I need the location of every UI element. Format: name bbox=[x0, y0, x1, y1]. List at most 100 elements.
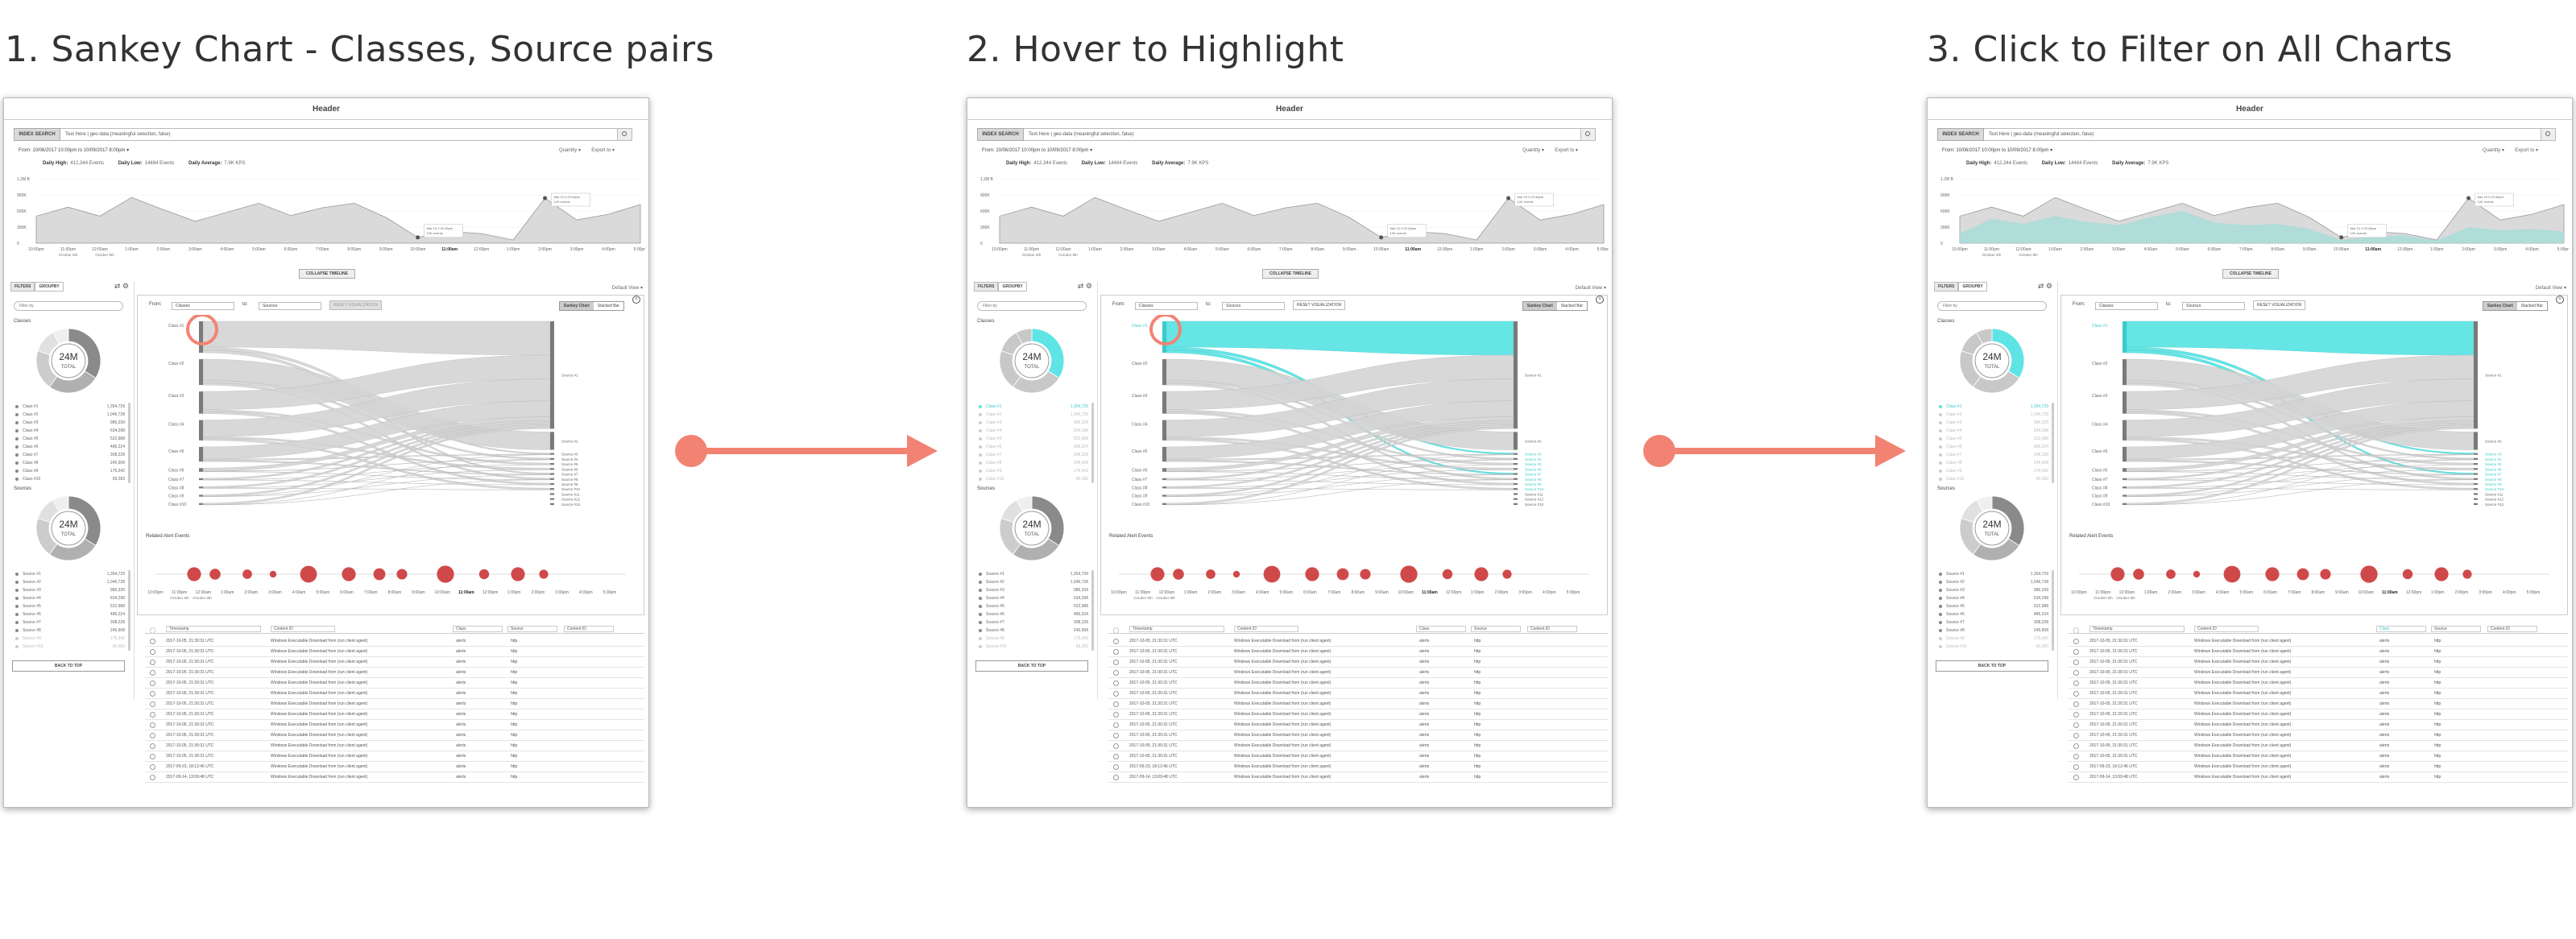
row-checkbox[interactable] bbox=[1113, 712, 1119, 718]
legend-item[interactable]: Source #7 308,228 bbox=[1939, 618, 2048, 627]
legend-item[interactable]: Class #9 176,342 bbox=[979, 467, 1088, 475]
legend-item[interactable]: Class #7 308,228 bbox=[979, 451, 1088, 459]
table-row[interactable]: 2017-10-05, 21:30:31 UTC Windows Executab… bbox=[2069, 657, 2568, 668]
date-range[interactable]: From: 10/06/2017 10:00pm to 10/09/2017 8… bbox=[19, 147, 129, 153]
search-input[interactable]: Text Here | geo-data (meaningful selecti… bbox=[60, 128, 618, 141]
date-range[interactable]: From: 10/06/2017 10:00pm to 10/09/2017 8… bbox=[982, 147, 1092, 153]
collapse-timeline-button[interactable]: COLLAPSE TIMELINE bbox=[2222, 269, 2279, 279]
stacked-bar-option[interactable]: Stacked Bar bbox=[1557, 302, 1587, 310]
tab-groupby[interactable]: GROUPBY bbox=[998, 282, 1027, 292]
sankey-chart[interactable]: Class #1 Class #2 Class #3 Class #4 Class #5… bbox=[1101, 315, 1609, 524]
table-row[interactable]: 2017-10-05, 21:30:31 UTC Windows Executab… bbox=[145, 720, 644, 730]
search-input[interactable]: Text Here | geo-data (meaningful selecti… bbox=[1984, 128, 2541, 141]
collapse-timeline-button[interactable]: COLLAPSE TIMELINE bbox=[1262, 269, 1319, 279]
classes-donut-chart[interactable]: 24M TOTAL bbox=[1958, 327, 2026, 395]
sankey-chart-option[interactable]: Sankey Chart bbox=[559, 302, 594, 310]
table-row[interactable]: 2017-10-05, 21:30:31 UTC Windows Executab… bbox=[1108, 720, 1608, 730]
table-row[interactable]: 2017-10-05, 21:30:31 UTC Windows Executab… bbox=[145, 689, 644, 699]
row-checkbox[interactable] bbox=[2073, 670, 2079, 676]
row-checkbox[interactable] bbox=[2073, 660, 2079, 665]
legend-item[interactable]: Source #8 245,908 bbox=[15, 627, 125, 635]
legend-item[interactable]: Class #8 245,908 bbox=[15, 459, 125, 467]
legend-item[interactable]: Class #2 1,046,728 bbox=[979, 411, 1088, 419]
table-row[interactable]: 2017-10-05, 21:30:31 UTC Windows Executab… bbox=[145, 709, 644, 720]
table-row[interactable]: 2017-10-05, 21:30:31 UTC Windows Executab… bbox=[1108, 668, 1608, 678]
table-row[interactable]: 2017-10-05, 21:30:31 UTC Windows Executab… bbox=[2069, 647, 2568, 657]
row-checkbox[interactable] bbox=[2073, 649, 2079, 655]
column-header[interactable]: Timestamp bbox=[1129, 626, 1224, 632]
legend-item[interactable]: Class #4 634,298 bbox=[979, 427, 1088, 435]
legend-item[interactable]: Class #3 986,339 bbox=[1939, 419, 2048, 427]
table-row[interactable]: 2017-10-05, 21:30:31 UTC Windows Executab… bbox=[2069, 678, 2568, 689]
table-row[interactable]: 2017-10-05, 21:30:31 UTC Windows Executab… bbox=[1108, 636, 1608, 647]
column-header[interactable]: Content ID bbox=[271, 626, 335, 632]
table-row[interactable]: 2017-09-14, 13:09:48 UTC Windows Executab… bbox=[2069, 772, 2568, 783]
legend-item[interactable]: Class #4 634,298 bbox=[15, 427, 125, 435]
timeline-chart[interactable]: 1.2M B900K600K300K0Mar 10 2:22:45pm12K e… bbox=[14, 168, 645, 271]
legend-item[interactable]: Class #10 69,283 bbox=[979, 475, 1088, 483]
legend-item[interactable]: Source #6 486,224 bbox=[979, 610, 1088, 618]
export-dropdown[interactable]: Export to ▾ bbox=[2515, 147, 2538, 153]
table-row[interactable]: 2017-10-05, 21:30:31 UTC Windows Executab… bbox=[145, 730, 644, 741]
row-checkbox[interactable] bbox=[1113, 691, 1119, 697]
sankey-chart[interactable]: Class #1 Class #2 Class #3 Class #4 Class #5… bbox=[138, 315, 645, 524]
legend-item[interactable]: Source #7 308,228 bbox=[15, 618, 125, 627]
row-checkbox[interactable] bbox=[150, 670, 155, 676]
column-header[interactable]: Timestamp bbox=[166, 626, 261, 632]
filter-input[interactable]: Filter by bbox=[14, 301, 123, 311]
stacked-bar-option[interactable]: Stacked Bar bbox=[594, 302, 623, 310]
table-row[interactable]: 2017-10-05, 21:30:31 UTC Windows Executab… bbox=[145, 668, 644, 678]
search-icon[interactable] bbox=[1581, 128, 1596, 141]
chart-type-toggle[interactable]: Sankey Chart Stacked Bar bbox=[2482, 301, 2548, 311]
legend-item[interactable]: Class #1 1,354,729 bbox=[15, 403, 125, 411]
row-checkbox[interactable] bbox=[150, 680, 155, 686]
row-checkbox[interactable] bbox=[150, 712, 155, 718]
export-dropdown[interactable]: Export to ▾ bbox=[1555, 147, 1578, 153]
table-row[interactable]: 2017-10-05, 21:30:31 UTC Windows Executab… bbox=[1108, 657, 1608, 668]
timeline-chart[interactable]: 1.2M B900K600K300K0Mar 10 2:22:45pm12K e… bbox=[1937, 168, 2569, 271]
table-row[interactable]: 2017-10-05, 21:30:31 UTC Windows Executab… bbox=[1108, 741, 1608, 751]
reset-visualization-button[interactable]: RESET VISUALIZATION bbox=[1293, 300, 1346, 310]
row-checkbox[interactable] bbox=[2073, 733, 2079, 738]
table-row[interactable]: 2017-10-05, 21:30:31 UTC Windows Executab… bbox=[2069, 699, 2568, 709]
legend-item[interactable]: Class #1 1,354,729 bbox=[979, 403, 1088, 411]
export-dropdown[interactable]: Export to ▾ bbox=[591, 147, 615, 153]
row-checkbox[interactable] bbox=[2073, 691, 2079, 697]
sources-donut-chart[interactable]: 24M TOTAL bbox=[1958, 494, 2026, 562]
row-checkbox[interactable] bbox=[150, 743, 155, 749]
column-header[interactable]: Content ID bbox=[564, 626, 614, 632]
search-icon[interactable] bbox=[2541, 128, 2556, 141]
row-checkbox[interactable] bbox=[1113, 743, 1119, 749]
legend-item[interactable]: Source #8 245,908 bbox=[1939, 627, 2048, 635]
search-input[interactable]: Text Here | geo-data (meaningful selecti… bbox=[1024, 128, 1581, 141]
default-view-dropdown[interactable]: Default View ▾ bbox=[2536, 285, 2566, 291]
tab-groupby[interactable]: GROUPBY bbox=[35, 282, 64, 292]
column-header[interactable]: Content ID bbox=[1234, 626, 1298, 632]
tab-filters[interactable]: FILTERS bbox=[974, 282, 999, 292]
table-row[interactable]: 2017-10-05, 21:30:31 UTC Windows Executab… bbox=[2069, 689, 2568, 699]
legend-item[interactable]: Class #9 176,342 bbox=[15, 467, 125, 475]
index-search-button[interactable]: INDEX SEARCH bbox=[1937, 128, 1984, 141]
sankey-chart-option[interactable]: Sankey Chart bbox=[2483, 302, 2517, 310]
table-row[interactable]: 2017-10-05, 21:30:31 UTC Windows Executab… bbox=[145, 741, 644, 751]
table-row[interactable]: 2017-10-05, 21:30:31 UTC Windows Executab… bbox=[2069, 709, 2568, 720]
legend-item[interactable]: Source #8 245,908 bbox=[979, 627, 1088, 635]
legend-item[interactable]: Source #2 1,046,728 bbox=[1939, 578, 2048, 586]
row-checkbox[interactable] bbox=[1113, 733, 1119, 738]
row-checkbox[interactable] bbox=[150, 649, 155, 655]
select-all-checkbox[interactable] bbox=[2073, 627, 2079, 634]
legend-item[interactable]: Class #6 486,224 bbox=[15, 443, 125, 451]
legend-item[interactable]: Source #7 308,228 bbox=[979, 618, 1088, 627]
row-checkbox[interactable] bbox=[1113, 775, 1119, 780]
row-checkbox[interactable] bbox=[1113, 649, 1119, 655]
chart-type-toggle[interactable]: Sankey Chart Stacked Bar bbox=[558, 301, 624, 311]
table-row[interactable]: 2017-10-05, 21:30:31 UTC Windows Executab… bbox=[2069, 636, 2568, 647]
table-row[interactable]: 2017-09-23, 18:12:46 UTC Windows Executab… bbox=[145, 762, 644, 772]
to-select[interactable]: Sources bbox=[259, 302, 321, 310]
from-select[interactable]: Classes bbox=[1135, 302, 1198, 310]
sources-scrollbar[interactable] bbox=[2052, 570, 2054, 651]
table-row[interactable]: 2017-10-05, 21:30:31 UTC Windows Executab… bbox=[145, 678, 644, 689]
legend-item[interactable]: Class #9 176,342 bbox=[1939, 467, 2048, 475]
legend-item[interactable]: Class #10 69,283 bbox=[1939, 475, 2048, 483]
legend-item[interactable]: Class #5 522,988 bbox=[979, 435, 1088, 443]
